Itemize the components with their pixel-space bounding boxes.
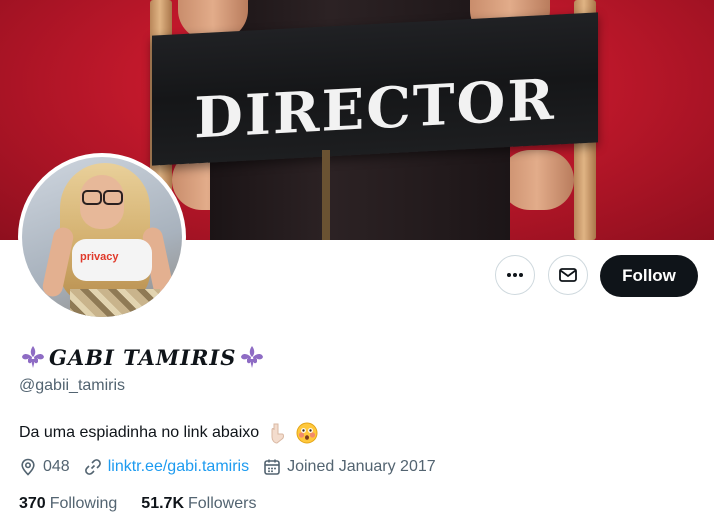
banner-arm-right — [500, 150, 574, 210]
avatar-photo: privacy — [22, 157, 182, 317]
followers-label: Followers — [188, 495, 257, 512]
pointing-down-hand-icon — [271, 423, 285, 444]
fleur-de-lis-icon — [19, 344, 47, 370]
more-horizontal-icon — [507, 273, 523, 277]
profile-avatar[interactable]: privacy — [18, 153, 186, 321]
profile-handle: @gabii_tamiris — [19, 377, 126, 394]
following-count: 370 — [19, 495, 46, 512]
envelope-icon — [559, 268, 577, 282]
display-name: GABI TAMIRIS — [49, 344, 237, 370]
joined-item: Joined January 2017 — [263, 458, 436, 476]
location-item: 048 — [19, 458, 70, 476]
website-link[interactable]: linktr.ee/gabi.tamiris — [108, 458, 249, 476]
link-icon — [84, 459, 101, 475]
following-stat[interactable]: 370 Following — [19, 495, 117, 513]
director-chair-back: DIRECTOR — [152, 12, 598, 166]
display-name-row: GABI TAMIRIS — [19, 342, 267, 372]
profile-meta: 048 linktr.ee/gabi.tamiris Joined Januar… — [19, 456, 450, 478]
followers-count: 51.7K — [141, 495, 184, 512]
director-chair-text: DIRECTOR — [194, 66, 556, 152]
avatar-shirt-text: privacy — [80, 251, 119, 263]
bio-text: Da uma espiadinha no link abaixo — [19, 424, 260, 441]
location-text: 048 — [43, 458, 70, 475]
following-label: Following — [49, 495, 118, 512]
message-button[interactable] — [548, 255, 588, 295]
profile-bio: Da uma espiadinha no link abaixo — [19, 421, 319, 445]
banner-zipper — [322, 150, 330, 240]
calendar-icon — [264, 459, 280, 475]
fleur-de-lis-icon — [238, 344, 267, 370]
followers-stat[interactable]: 51.7K Followers — [141, 495, 256, 513]
follow-stats: 370 Following 51.7K Followers — [19, 495, 280, 513]
location-pin-icon — [21, 458, 35, 476]
avatar-skirt — [70, 289, 160, 317]
avatar-glasses — [82, 190, 123, 205]
website-item: linktr.ee/gabi.tamiris — [84, 458, 249, 476]
follow-button[interactable]: Follow — [600, 255, 698, 297]
flushed-face-icon — [296, 422, 318, 444]
joined-text: Joined January 2017 — [287, 458, 436, 475]
more-button[interactable] — [495, 255, 535, 295]
